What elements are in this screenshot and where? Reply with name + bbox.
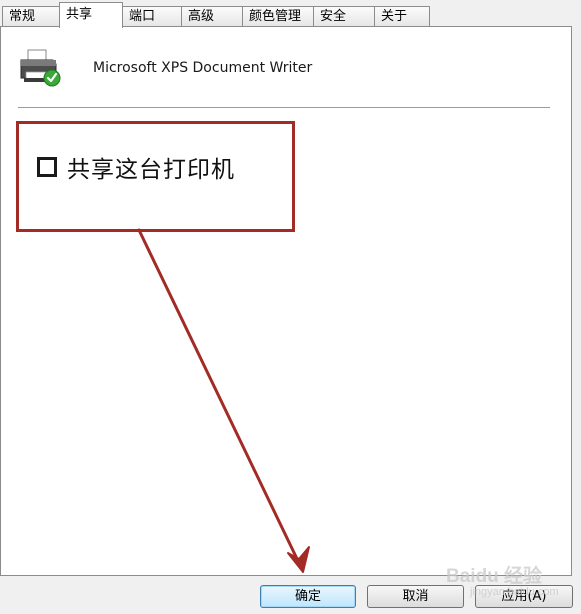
share-printer-checkbox[interactable]: [37, 157, 57, 177]
tab-about[interactable]: 关于: [374, 6, 430, 26]
tab-advanced[interactable]: 高级: [181, 6, 243, 26]
printer-name: Microsoft XPS Document Writer: [93, 60, 313, 76]
tab-sharing[interactable]: 共享: [59, 2, 123, 28]
tab-bar: 常规 共享 端口 高级 颜色管理 安全 关于: [0, 0, 581, 28]
watermark-subtext: jingyan.baidu.com: [470, 586, 559, 598]
printer-icon: [20, 49, 61, 87]
ok-button[interactable]: 确定: [260, 585, 356, 608]
tab-ports[interactable]: 端口: [122, 6, 182, 26]
share-printer-row[interactable]: 共享这台打印机: [37, 150, 235, 184]
tab-security[interactable]: 安全: [313, 6, 375, 26]
sharing-panel: Microsoft XPS Document Writer 共享这台打印机: [0, 26, 572, 576]
tab-general[interactable]: 常规: [2, 6, 60, 26]
watermark: Baidu 经验 jingyan.baidu.com: [446, 561, 559, 598]
watermark-text: Baidu 经验: [446, 566, 543, 587]
share-printer-label[interactable]: 共享这台打印机: [67, 150, 235, 184]
tab-color-management[interactable]: 颜色管理: [242, 6, 314, 26]
divider: [18, 107, 550, 109]
